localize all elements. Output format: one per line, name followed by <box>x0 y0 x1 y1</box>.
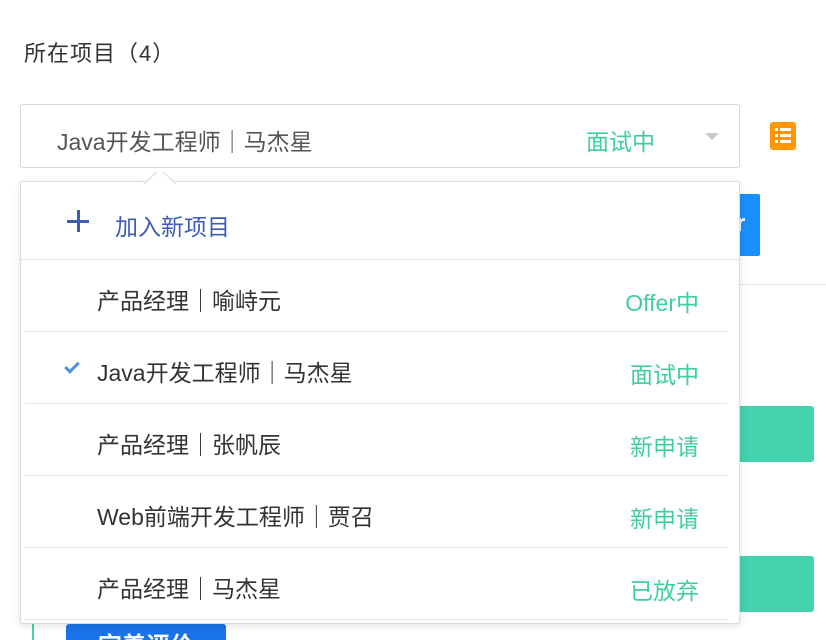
check-icon <box>64 358 80 374</box>
complete-evaluation-button[interactable]: 完善评价 <box>66 624 226 640</box>
option-label: 产品经理｜马杰星 <box>97 576 281 602</box>
dropdown-option[interactable]: 产品经理｜喻峙元 Offer中 <box>25 260 727 332</box>
selected-project-status: 面试中 <box>586 129 655 155</box>
plus-icon <box>67 210 89 232</box>
option-label: 产品经理｜喻峙元 <box>97 288 281 314</box>
add-project-label: 加入新项目 <box>115 214 230 240</box>
project-dropdown: 加入新项目 产品经理｜喻峙元 Offer中 Java开发工程师｜马杰星 面试中 … <box>20 181 740 624</box>
option-status: 新申请 <box>630 434 699 460</box>
dropdown-option[interactable]: Web前端开发工程师｜贾召 新申请 <box>25 476 727 548</box>
option-label: 产品经理｜张帆辰 <box>97 432 281 458</box>
option-label: Web前端开发工程师｜贾召 <box>97 504 374 530</box>
page: 所在项目（4） Java开发工程师｜马杰星 面试中 r 完善评价 加入新项目 产… <box>0 0 826 640</box>
option-status: 新申请 <box>630 506 699 532</box>
divider <box>740 284 826 285</box>
option-label: Java开发工程师｜马杰星 <box>97 360 353 386</box>
dropdown-option[interactable]: 产品经理｜马杰星 已放弃 <box>25 548 727 620</box>
section-title: 所在项目（4） <box>24 41 176 66</box>
project-select[interactable]: Java开发工程师｜马杰星 面试中 <box>20 104 740 168</box>
option-status: Offer中 <box>625 290 699 316</box>
chevron-down-icon[interactable] <box>705 133 719 140</box>
add-project-option[interactable]: 加入新项目 <box>21 182 739 260</box>
option-status: 已放弃 <box>630 578 699 604</box>
dropdown-option-selected[interactable]: Java开发工程师｜马杰星 面试中 <box>25 332 727 404</box>
selected-project-label: Java开发工程师｜马杰星 <box>57 129 313 155</box>
option-status: 面试中 <box>630 362 699 388</box>
list-icon[interactable] <box>770 122 796 150</box>
dropdown-option[interactable]: 产品经理｜张帆辰 新申请 <box>25 404 727 476</box>
